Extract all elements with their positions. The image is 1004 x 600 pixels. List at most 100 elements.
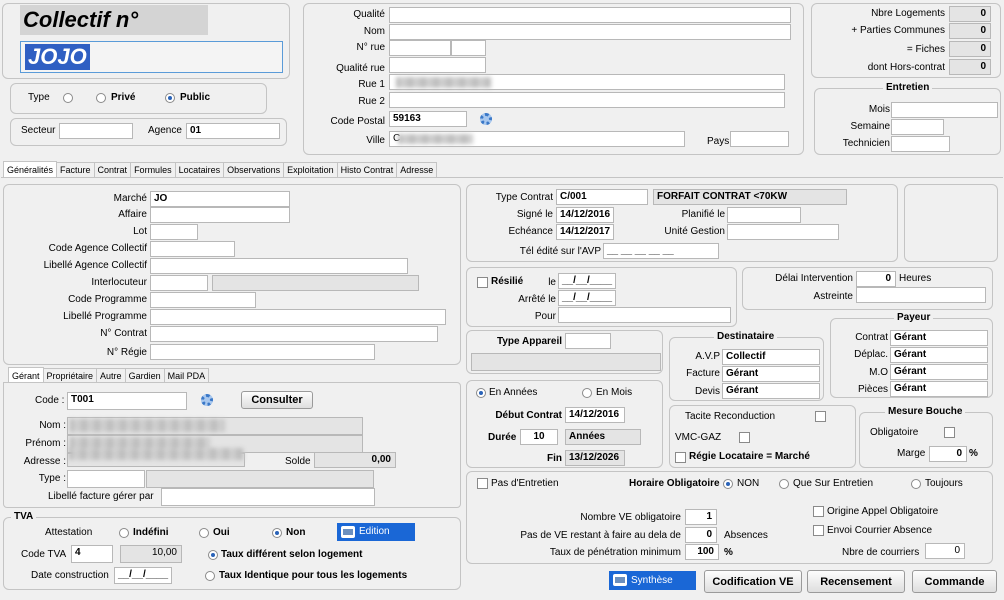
duree-field[interactable]: 10 xyxy=(520,429,558,445)
nombre-ve-field[interactable]: 1 xyxy=(685,509,717,525)
gerant-code-field[interactable]: T001 xyxy=(67,392,187,410)
codification-ve-button[interactable]: Codification VE xyxy=(704,570,802,593)
gerant-lookup-gear-icon[interactable] xyxy=(201,394,213,406)
code-value: JOJO xyxy=(25,44,90,70)
type-contrat-field[interactable]: C/001 xyxy=(556,189,648,205)
code-agence-field[interactable] xyxy=(150,241,235,257)
en-mois-radio[interactable] xyxy=(582,388,592,398)
lot-field[interactable] xyxy=(150,224,198,240)
origine-appel-checkbox[interactable] xyxy=(813,506,824,517)
num-regie-field[interactable] xyxy=(150,344,375,360)
type-prive-radio[interactable] xyxy=(96,93,106,103)
tab-contrat[interactable]: Contrat xyxy=(93,162,132,178)
qualite-rue-field[interactable] xyxy=(389,57,486,73)
gerant-type-desc xyxy=(146,470,374,488)
technicien-field[interactable] xyxy=(891,136,950,152)
taux-ident-radio[interactable] xyxy=(205,571,215,581)
dest-devis-field[interactable]: Gérant xyxy=(722,383,820,399)
synthese-button[interactable]: Synthèse xyxy=(609,571,696,590)
envoi-courrier-checkbox[interactable] xyxy=(813,525,824,536)
pour-field[interactable] xyxy=(558,307,731,323)
echeance-field[interactable]: 14/12/2017 xyxy=(556,224,614,240)
nom-field[interactable] xyxy=(389,24,791,40)
astreinte-field[interactable] xyxy=(856,287,986,303)
pays-field[interactable] xyxy=(730,131,789,147)
tacite-checkbox[interactable] xyxy=(815,411,826,422)
mois-field[interactable] xyxy=(891,102,998,118)
libelle-programme-field[interactable] xyxy=(150,309,446,325)
rue1-label: Rue 1 xyxy=(358,79,385,90)
dest-facture-field[interactable]: Gérant xyxy=(722,366,820,382)
pas-entretien-checkbox[interactable] xyxy=(477,478,488,489)
delai-field[interactable]: 0 xyxy=(856,271,896,287)
planifie-field[interactable] xyxy=(727,207,801,223)
indefini-radio[interactable] xyxy=(119,528,129,538)
type-public-radio[interactable] xyxy=(165,93,175,103)
tva-oui-radio[interactable] xyxy=(199,528,209,538)
taux-diff-radio[interactable] xyxy=(208,550,218,560)
marge-field[interactable]: 0 xyxy=(929,446,967,462)
interlocuteur-field[interactable] xyxy=(150,275,208,291)
tab-histo-contrat[interactable]: Histo Contrat xyxy=(336,162,398,178)
recensement-button[interactable]: Recensement xyxy=(807,570,905,593)
debut-contrat-field[interactable]: 14/12/2016 xyxy=(565,407,625,423)
avp-field[interactable]: Collectif xyxy=(722,349,820,365)
tab-facture[interactable]: Facture xyxy=(56,162,95,178)
tab-formules[interactable]: Formules xyxy=(130,162,176,178)
unite-gestion-field[interactable] xyxy=(727,224,839,240)
obligatoire-checkbox[interactable] xyxy=(944,427,955,438)
tva-non-radio[interactable] xyxy=(272,528,282,538)
regie-checkbox[interactable] xyxy=(675,452,686,463)
payeur-mo-field[interactable]: Gérant xyxy=(890,364,988,380)
type-prive-label: Privé xyxy=(111,92,136,103)
date-construction-field[interactable]: __/__/____ xyxy=(114,567,172,584)
code-programme-field[interactable] xyxy=(150,292,256,308)
vmc-checkbox[interactable] xyxy=(739,432,750,443)
consulter-button[interactable]: Consulter xyxy=(241,391,313,409)
payeur-deplac-label: Déplac. xyxy=(854,349,888,360)
libelle-facture-field[interactable] xyxy=(161,488,375,506)
signe-field[interactable]: 14/12/2016 xyxy=(556,207,614,223)
libelle-agence-field[interactable] xyxy=(150,258,408,274)
code-tva-field[interactable]: 4 xyxy=(71,545,113,563)
edition-button[interactable]: Edition xyxy=(337,523,415,541)
toujours-radio[interactable] xyxy=(911,479,921,489)
qualite-field[interactable] xyxy=(389,7,791,23)
tab-generalites[interactable]: Généralités xyxy=(3,161,58,178)
lookup-gear-icon[interactable] xyxy=(480,113,492,125)
agence-field[interactable]: 01 xyxy=(186,123,280,139)
payeur-contrat-field[interactable]: Gérant xyxy=(890,330,988,346)
payeur-pieces-field[interactable]: Gérant xyxy=(890,381,988,397)
en-annees-radio[interactable] xyxy=(476,388,486,398)
tab-adresse[interactable]: Adresse xyxy=(396,162,438,178)
arrete-label: Arrêté le xyxy=(518,294,556,305)
tab-observations[interactable]: Observations xyxy=(223,162,285,178)
num-contrat-field[interactable] xyxy=(150,326,438,342)
tel-avp-field[interactable]: __ __ __ __ __ xyxy=(603,243,719,259)
secteur-field[interactable] xyxy=(59,123,133,139)
que-sur-entretien-radio[interactable] xyxy=(779,479,789,489)
horaire-non-radio[interactable] xyxy=(723,479,733,489)
rue2-field[interactable] xyxy=(389,92,785,108)
resilie-checkbox[interactable] xyxy=(477,277,488,288)
commande-button[interactable]: Commande xyxy=(912,570,997,593)
payeur-mo-label: M.O xyxy=(869,367,888,378)
tab-locataires[interactable]: Locataires xyxy=(174,162,225,178)
semaine-field[interactable] xyxy=(891,119,944,135)
type-blank-radio[interactable] xyxy=(63,93,73,103)
num-rue-extra-field[interactable] xyxy=(451,40,486,56)
num-rue-field[interactable] xyxy=(389,40,451,56)
type-appareil-field[interactable] xyxy=(565,333,611,349)
affaire-field[interactable] xyxy=(150,207,290,223)
code-postal-field[interactable]: 59163 xyxy=(389,111,467,127)
nbre-courriers-field[interactable]: 0 xyxy=(925,543,965,559)
marche-field[interactable]: JO xyxy=(150,191,290,207)
taux-penetration-field[interactable]: 100 xyxy=(685,544,719,560)
resilie-le-field[interactable]: __/__/____ xyxy=(558,273,616,289)
tab-exploitation[interactable]: Exploitation xyxy=(283,162,338,178)
payeur-deplac-field[interactable]: Gérant xyxy=(890,347,988,363)
arrete-field[interactable]: __/__/____ xyxy=(558,290,616,306)
pas-de-ve-field[interactable]: 0 xyxy=(685,527,717,543)
marge-pct: % xyxy=(969,448,978,459)
gerant-type-field[interactable] xyxy=(67,470,145,488)
